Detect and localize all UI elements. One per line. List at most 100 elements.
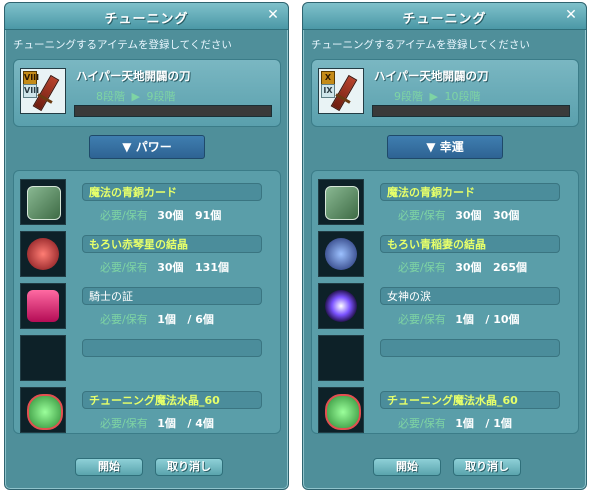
card-icon — [325, 186, 359, 220]
arrow-right-icon: ▶ — [429, 90, 438, 103]
material-slot[interactable] — [318, 231, 364, 277]
material-name: もろい青稲妻の結晶 — [380, 235, 560, 253]
material-name: チューニング魔法水晶_60 — [82, 391, 262, 409]
material-slot[interactable] — [318, 179, 364, 225]
tuning-window-2: チューニング ✕ チューニングするアイテムを登録してください X IX ハイパー… — [302, 2, 587, 490]
owned-count: / 1個 — [485, 417, 512, 430]
material-slot[interactable] — [318, 283, 364, 329]
start-button[interactable]: 開始 — [75, 458, 143, 476]
start-button[interactable]: 開始 — [373, 458, 441, 476]
tuning-item-box: X IX ハイパー天地開闢の刀 9段階 ▶ 10段階 — [311, 59, 579, 127]
materials-panel: 魔法の青銅カード 必要/保有 30個 91個 もろい赤琴星の結晶 必要/保有 3… — [13, 170, 281, 434]
material-row-2: もろい赤琴星の結晶 必要/保有 30個 131個 — [14, 229, 280, 281]
stage-to: 10段階 — [444, 90, 481, 103]
tier-badge-top: VIII — [23, 71, 39, 85]
material-count: 必要/保有 30個 30個 — [398, 207, 519, 223]
goddess-tear-icon — [325, 290, 357, 322]
stage-from: 8段階 — [96, 90, 125, 103]
req-label: 必要/保有 — [100, 261, 148, 274]
material-count: 必要/保有 30個 131個 — [100, 259, 229, 275]
arrow-right-icon: ▶ — [131, 90, 140, 103]
material-row-1: 魔法の青銅カード 必要/保有 30個 91個 — [14, 177, 280, 229]
stage-to: 9段階 — [146, 90, 176, 103]
material-row-5: チューニング魔法水晶_60 必要/保有 1個 / 4個 — [14, 385, 280, 437]
tuning-progress-bar — [372, 105, 570, 117]
material-slot[interactable] — [20, 387, 66, 433]
owned-count: 131個 — [195, 261, 229, 274]
required-count: 1個 — [157, 417, 176, 430]
blue-crystal-icon — [325, 238, 357, 270]
mode-dropdown[interactable]: ▼ パワー — [89, 135, 205, 159]
owned-count: 30個 — [493, 209, 520, 222]
item-slot[interactable]: X IX — [318, 68, 364, 114]
material-slot[interactable] — [20, 179, 66, 225]
cancel-button[interactable]: 取り消し — [155, 458, 223, 476]
material-row-3: 騎士の証 必要/保有 1個 / 6個 — [14, 281, 280, 333]
instruction-text: チューニングするアイテムを登録してください — [311, 39, 530, 51]
req-label: 必要/保有 — [100, 209, 148, 222]
material-row-5: チューニング魔法水晶_60 必要/保有 1個 / 1個 — [312, 385, 578, 437]
empty-material-slot[interactable] — [20, 335, 66, 381]
owned-count: 91個 — [195, 209, 222, 222]
red-crystal-icon — [27, 238, 59, 270]
material-row-4 — [14, 333, 280, 385]
req-label: 必要/保有 — [100, 313, 148, 326]
mode-dropdown[interactable]: ▼ 幸運 — [387, 135, 503, 159]
owned-count: / 6個 — [187, 313, 214, 326]
knight-emblem-icon — [27, 290, 59, 322]
material-count: 必要/保有 1個 / 4個 — [100, 415, 214, 431]
titlebar: チューニング ✕ — [303, 3, 586, 30]
window-title: チューニング — [104, 12, 189, 27]
item-slot[interactable]: VIII VIII — [20, 68, 66, 114]
material-name: 魔法の青銅カード — [82, 183, 262, 201]
tuning-item-box: VIII VIII ハイパー天地開闢の刀 8段階 ▶ 9段階 — [13, 59, 281, 127]
required-count: 30個 — [455, 209, 482, 222]
material-name: チューニング魔法水晶_60 — [380, 391, 560, 409]
material-slot[interactable] — [20, 231, 66, 277]
req-label: 必要/保有 — [398, 209, 446, 222]
tuning-progress-bar — [74, 105, 272, 117]
material-row-3: 女神の涙 必要/保有 1個 / 10個 — [312, 281, 578, 333]
material-slot[interactable] — [318, 387, 364, 433]
titlebar: チューニング ✕ — [5, 3, 288, 30]
tier-badge-bottom: VIII — [23, 84, 39, 98]
empty-material-slot[interactable] — [318, 335, 364, 381]
material-name-empty — [82, 339, 262, 357]
material-count: 必要/保有 30個 91個 — [100, 207, 221, 223]
required-count: 1個 — [455, 417, 474, 430]
magic-crystal-icon — [27, 394, 63, 430]
req-label: 必要/保有 — [100, 417, 148, 430]
material-row-1: 魔法の青銅カード 必要/保有 30個 30個 — [312, 177, 578, 229]
material-count: 必要/保有 1個 / 6個 — [100, 311, 214, 327]
tuning-window-1: チューニング ✕ チューニングするアイテムを登録してください VIII VIII… — [4, 2, 289, 490]
required-count: 30個 — [157, 209, 184, 222]
req-label: 必要/保有 — [398, 261, 446, 274]
material-name: 騎士の証 — [82, 287, 262, 305]
req-label: 必要/保有 — [398, 313, 446, 326]
tier-badge-bottom: IX — [321, 84, 335, 98]
material-row-2: もろい青稲妻の結晶 必要/保有 30個 265個 — [312, 229, 578, 281]
material-count: 必要/保有 1個 / 1個 — [398, 415, 512, 431]
instruction-text: チューニングするアイテムを登録してください — [13, 39, 232, 51]
req-label: 必要/保有 — [398, 417, 446, 430]
tier-badge-top: X — [321, 71, 335, 85]
stage-row: 8段階 ▶ 9段階 — [96, 88, 175, 104]
close-icon[interactable]: ✕ — [266, 8, 280, 22]
material-name: 魔法の青銅カード — [380, 183, 560, 201]
item-name: ハイパー天地開闢の刀 — [76, 69, 191, 83]
material-name: もろい赤琴星の結晶 — [82, 235, 262, 253]
material-name-empty — [380, 339, 560, 357]
required-count: 30個 — [157, 261, 184, 274]
owned-count: / 10個 — [485, 313, 520, 326]
required-count: 1個 — [157, 313, 176, 326]
item-name: ハイパー天地開闢の刀 — [374, 69, 489, 83]
window-title: チューニング — [402, 12, 487, 27]
cancel-button[interactable]: 取り消し — [453, 458, 521, 476]
required-count: 30個 — [455, 261, 482, 274]
material-slot[interactable] — [20, 283, 66, 329]
material-count: 必要/保有 1個 / 10個 — [398, 311, 520, 327]
owned-count: / 4個 — [187, 417, 214, 430]
magic-crystal-icon — [325, 394, 361, 430]
close-icon[interactable]: ✕ — [564, 8, 578, 22]
material-row-4 — [312, 333, 578, 385]
